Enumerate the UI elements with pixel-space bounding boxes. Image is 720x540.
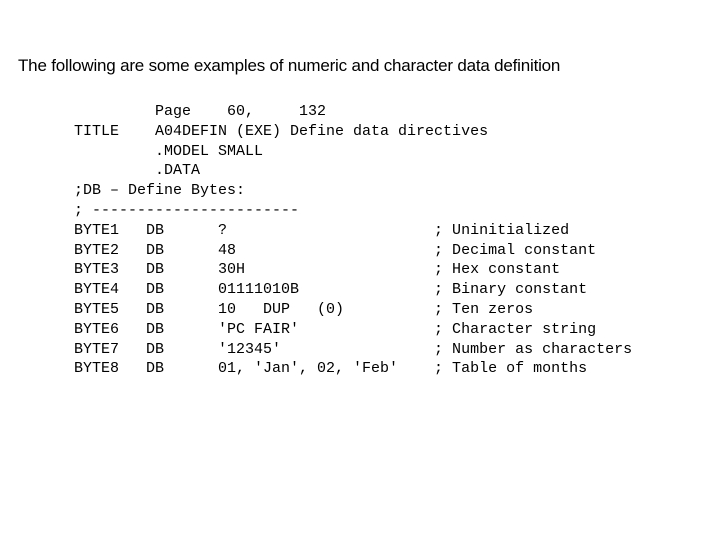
code-line: TITLE A04DEFIN (EXE) Define data directi… (74, 123, 488, 140)
code-line: BYTE7 DB '12345' ; Number as characters (74, 341, 632, 358)
document-page: The following are some examples of numer… (0, 0, 720, 379)
code-line: Page 60, 132 (74, 103, 326, 120)
code-line: .DATA (74, 162, 200, 179)
code-line: BYTE3 DB 30H ; Hex constant (74, 261, 560, 278)
code-line: BYTE8 DB 01, 'Jan', 02, 'Feb' ; Table of… (74, 360, 587, 377)
code-line: .MODEL SMALL (74, 143, 263, 160)
code-line: BYTE4 DB 01111010B ; Binary constant (74, 281, 587, 298)
code-line: BYTE2 DB 48 ; Decimal constant (74, 242, 596, 259)
code-line: ;DB – Define Bytes: (74, 182, 245, 199)
code-line: ; ----------------------- (74, 202, 299, 219)
code-line: BYTE1 DB ? ; Uninitialized (74, 222, 569, 239)
page-title: The following are some examples of numer… (18, 56, 702, 76)
code-listing: Page 60, 132 TITLE A04DEFIN (EXE) Define… (74, 102, 702, 379)
code-line: BYTE5 DB 10 DUP (0) ; Ten zeros (74, 301, 533, 318)
code-line: BYTE6 DB 'PC FAIR' ; Character string (74, 321, 596, 338)
